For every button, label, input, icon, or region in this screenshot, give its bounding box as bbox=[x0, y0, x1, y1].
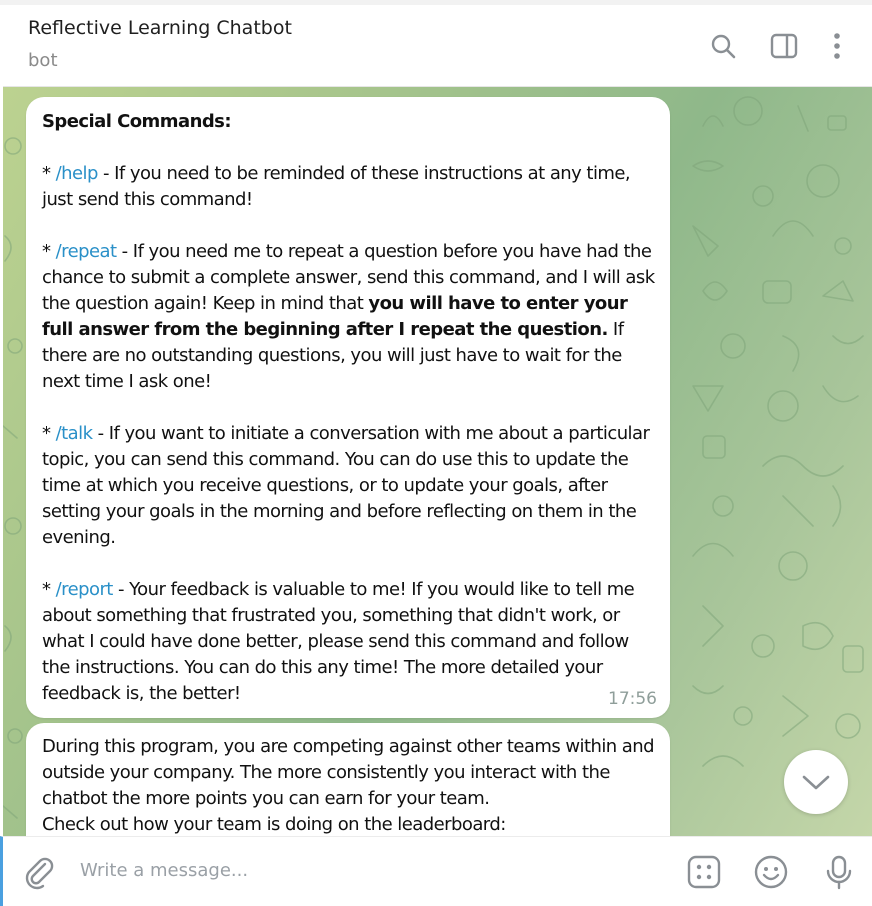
bullet: * bbox=[42, 423, 51, 444]
chat-header: Reflective Learning Chatbot bot bbox=[3, 5, 872, 87]
command-item-report: * /report - Your feedback is valuable to… bbox=[42, 577, 658, 707]
message-input[interactable] bbox=[80, 855, 640, 885]
command-description: - If you want to initiate a conversation… bbox=[42, 423, 650, 548]
message-text: Special Commands: * /help - If you need … bbox=[42, 109, 658, 707]
message-text: During this program, you are competing a… bbox=[42, 734, 658, 836]
sidebar-toggle-icon[interactable] bbox=[767, 29, 801, 63]
talk-command-link[interactable]: /talk bbox=[56, 423, 93, 444]
chat-subtitle: bot bbox=[28, 50, 58, 71]
report-command-link[interactable]: /report bbox=[56, 579, 114, 600]
search-icon[interactable] bbox=[706, 29, 740, 63]
chat-title[interactable]: Reflective Learning Chatbot bbox=[28, 17, 292, 39]
repeat-command-link[interactable]: /repeat bbox=[56, 241, 117, 262]
message-composer bbox=[0, 836, 872, 906]
command-item-repeat: * /repeat - If you need me to repeat a q… bbox=[42, 239, 658, 395]
bullet: * bbox=[42, 163, 51, 184]
command-item-help: * /help - If you need to be reminded of … bbox=[42, 161, 658, 213]
bullet: * bbox=[42, 579, 51, 600]
command-item-talk: * /talk - If you want to initiate a conv… bbox=[42, 421, 658, 551]
bot-commands-icon[interactable] bbox=[686, 854, 722, 894]
emoji-icon[interactable] bbox=[753, 854, 789, 894]
message-line: During this program, you are competing a… bbox=[42, 736, 655, 809]
bullet: * bbox=[42, 241, 51, 262]
command-description: - If you need to be reminded of these in… bbox=[42, 163, 631, 210]
attach-icon[interactable] bbox=[21, 854, 57, 894]
more-vertical-icon[interactable] bbox=[820, 29, 854, 63]
help-command-link[interactable]: /help bbox=[56, 163, 99, 184]
message-heading: Special Commands: bbox=[42, 111, 232, 132]
microphone-icon[interactable] bbox=[821, 854, 857, 894]
chevron-down-icon bbox=[802, 775, 830, 790]
message-line: Check out how your team is doing on the … bbox=[42, 814, 506, 835]
chat-area[interactable]: Special Commands: * /help - If you need … bbox=[3, 86, 872, 836]
scroll-to-bottom-button[interactable] bbox=[784, 750, 848, 814]
message-bubble-commands: Special Commands: * /help - If you need … bbox=[26, 97, 670, 718]
command-description: - Your feedback is valuable to me! If yo… bbox=[42, 579, 635, 704]
message-bubble-competition: During this program, you are competing a… bbox=[26, 723, 670, 836]
message-timestamp: 17:56 bbox=[608, 689, 657, 709]
